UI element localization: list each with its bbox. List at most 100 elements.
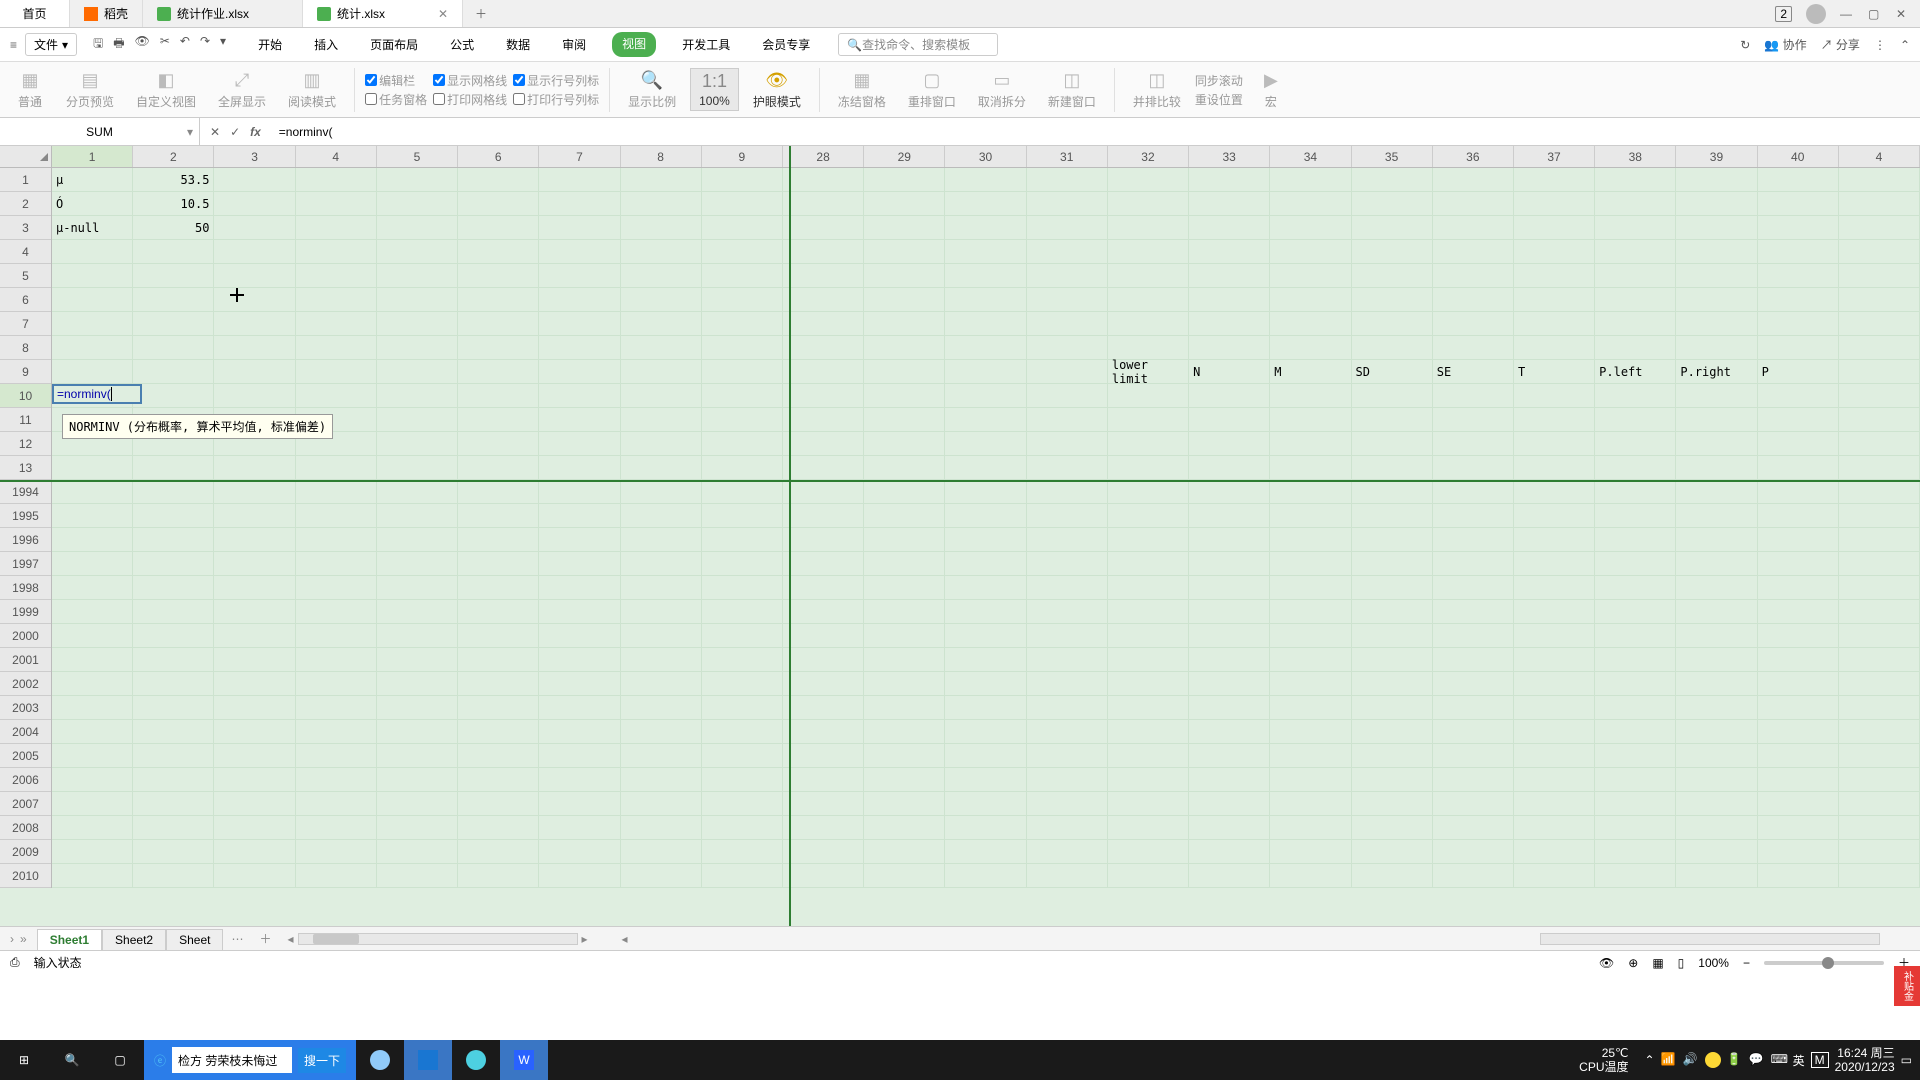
spreadsheet[interactable]: 123456789282930313233343536373839404 123… (0, 146, 1920, 926)
cell[interactable] (1676, 744, 1757, 768)
cell[interactable] (621, 744, 702, 768)
cell[interactable] (1433, 528, 1514, 552)
cell[interactable] (1595, 288, 1676, 312)
app-3[interactable] (452, 1040, 500, 1080)
cell[interactable] (1839, 768, 1920, 792)
cell[interactable] (945, 576, 1026, 600)
cell[interactable] (864, 600, 945, 624)
cell[interactable] (1839, 576, 1920, 600)
view-fullscreen[interactable]: ⤢全屏显示 (210, 68, 274, 112)
cell[interactable] (1676, 696, 1757, 720)
cell[interactable] (1839, 192, 1920, 216)
cell[interactable] (864, 576, 945, 600)
chk-rowcolnum[interactable]: 显示行号列标 (513, 72, 599, 89)
cell[interactable] (864, 552, 945, 576)
cell[interactable] (783, 216, 864, 240)
row-header[interactable]: 4 (0, 240, 51, 264)
cell[interactable] (945, 432, 1026, 456)
cell[interactable] (783, 336, 864, 360)
cell[interactable] (1433, 840, 1514, 864)
cell[interactable] (1433, 432, 1514, 456)
col-header[interactable]: 3 (214, 146, 295, 167)
cell[interactable] (1027, 744, 1108, 768)
cell[interactable] (702, 384, 783, 408)
cell[interactable] (1595, 408, 1676, 432)
sync-scroll[interactable]: 同步滚动 (1195, 72, 1243, 89)
cell[interactable] (1514, 768, 1595, 792)
cell[interactable] (296, 648, 377, 672)
cell[interactable] (133, 720, 214, 744)
cell[interactable] (783, 792, 864, 816)
cell[interactable] (1433, 600, 1514, 624)
cell[interactable] (621, 840, 702, 864)
cell[interactable] (296, 264, 377, 288)
cell[interactable]: μ-null (52, 216, 133, 240)
cell[interactable] (296, 216, 377, 240)
cell[interactable] (52, 264, 133, 288)
cell[interactable] (296, 360, 377, 384)
cell[interactable] (1108, 480, 1189, 504)
cell[interactable] (458, 456, 539, 480)
cell[interactable] (1270, 288, 1351, 312)
cell[interactable] (621, 624, 702, 648)
cell[interactable] (1514, 312, 1595, 336)
hscroll-left[interactable]: ◂ (287, 932, 293, 946)
cell[interactable] (702, 480, 783, 504)
cell[interactable] (458, 552, 539, 576)
cell[interactable] (214, 384, 295, 408)
file-menu[interactable]: 文件▾ (25, 33, 77, 56)
cell[interactable] (52, 600, 133, 624)
cell[interactable] (945, 264, 1026, 288)
select-all-corner[interactable] (0, 146, 52, 168)
cell[interactable] (133, 600, 214, 624)
chk-taskpane[interactable]: 任务窗格 (365, 91, 427, 108)
menu-view[interactable]: 视图 (612, 32, 656, 57)
cell[interactable] (1352, 168, 1433, 192)
row-header[interactable]: 2006 (0, 768, 51, 792)
cell[interactable] (1514, 816, 1595, 840)
cell[interactable] (458, 240, 539, 264)
cell[interactable] (1433, 384, 1514, 408)
cell[interactable] (621, 288, 702, 312)
cell[interactable] (133, 384, 214, 408)
app-1[interactable] (356, 1040, 404, 1080)
cell[interactable] (864, 744, 945, 768)
cell[interactable] (377, 576, 458, 600)
cell[interactable] (864, 192, 945, 216)
tray-app1-icon[interactable] (1705, 1052, 1721, 1068)
cell[interactable] (377, 504, 458, 528)
chevron-down-icon[interactable]: ▾ (220, 34, 226, 55)
cell[interactable] (458, 480, 539, 504)
cell[interactable] (1514, 576, 1595, 600)
center-icon[interactable]: ⊕ (1628, 956, 1638, 970)
cell[interactable] (1027, 336, 1108, 360)
cell[interactable] (1270, 408, 1351, 432)
cell[interactable] (296, 672, 377, 696)
cell[interactable] (52, 528, 133, 552)
print-preview-icon[interactable]: 👁 (135, 34, 150, 55)
cell[interactable] (864, 864, 945, 888)
cell[interactable] (1758, 672, 1839, 696)
cell[interactable] (1027, 648, 1108, 672)
cell[interactable] (945, 192, 1026, 216)
cell[interactable] (133, 792, 214, 816)
cell[interactable] (1514, 192, 1595, 216)
cell[interactable] (296, 696, 377, 720)
cell[interactable] (1027, 192, 1108, 216)
cell[interactable] (377, 768, 458, 792)
cell[interactable] (296, 288, 377, 312)
cell[interactable] (1270, 600, 1351, 624)
cell[interactable] (1270, 168, 1351, 192)
cell[interactable] (702, 408, 783, 432)
cell[interactable] (1433, 240, 1514, 264)
cell[interactable] (1514, 720, 1595, 744)
cell[interactable] (945, 768, 1026, 792)
redo-icon[interactable]: ↷ (200, 34, 210, 55)
start-button[interactable]: ⊞ (0, 1040, 48, 1080)
cell[interactable] (1270, 768, 1351, 792)
cell[interactable] (1514, 288, 1595, 312)
tray-volume-icon[interactable]: 🔊 (1683, 1052, 1699, 1068)
cell[interactable] (1758, 720, 1839, 744)
hscroll-thumb[interactable] (313, 934, 359, 944)
cell[interactable] (214, 264, 295, 288)
